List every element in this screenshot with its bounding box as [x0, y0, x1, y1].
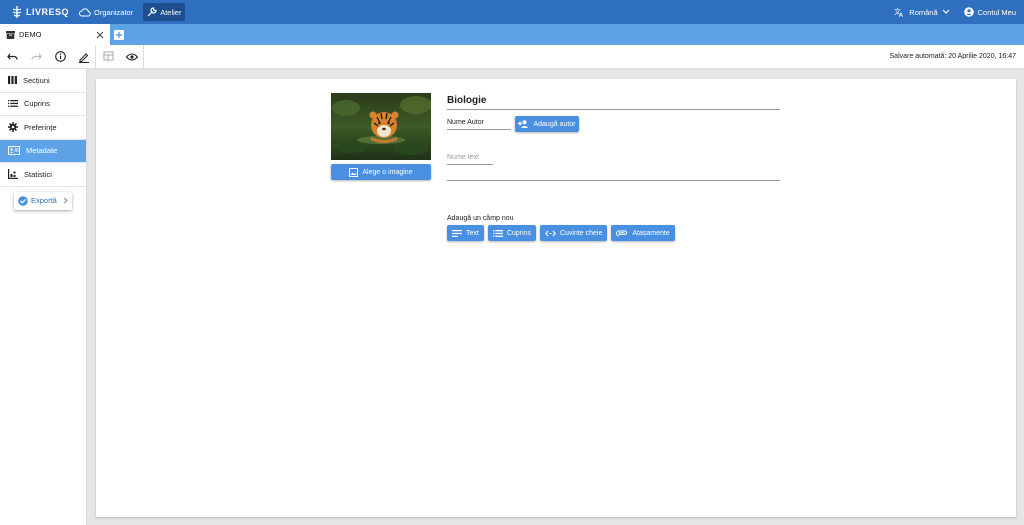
wrench-icon [147, 7, 157, 17]
undo-icon [6, 53, 18, 60]
app-header: LIVRESQ Organizator Atelier 文A Română Co… [0, 0, 1024, 24]
add-tab-button[interactable] [110, 24, 128, 45]
account-menu[interactable]: Contul Meu [963, 7, 1016, 17]
sidebar-item-preferinte[interactable]: Preferințe [0, 116, 86, 140]
sections-icon [8, 76, 17, 85]
add-field-label: Adaugă un câmp nou [447, 215, 514, 222]
text-name-input[interactable] [447, 151, 493, 165]
document-tabs: DEMO [0, 24, 1024, 45]
gear-icon [8, 122, 18, 133]
add-keywords-field-button[interactable]: Cuvinte cheie [539, 225, 608, 241]
pencil-icon [78, 52, 89, 63]
add-field-buttons: Text Cuprins Cuvinte cheie Atașamente [447, 225, 679, 241]
metadata-icon [8, 146, 20, 156]
chevron-right-icon [63, 197, 68, 204]
choose-image-label: Alege o imagine [362, 168, 413, 176]
sidebar-item-label: Preferințe [24, 122, 57, 132]
info-icon [54, 51, 66, 62]
archive-icon [6, 30, 15, 39]
nav-atelier-label: Atelier [160, 7, 182, 17]
sidebar-item-metadate[interactable]: Metadate [0, 139, 86, 163]
export-button[interactable]: Exportă [14, 191, 72, 210]
translate-icon: 文A [894, 7, 904, 17]
tab-demo[interactable]: DEMO [0, 24, 110, 45]
close-icon[interactable] [96, 31, 104, 39]
nav-organizator[interactable]: Organizator [75, 3, 137, 21]
toc-icon [8, 100, 18, 108]
code-tags-icon [544, 230, 556, 236]
logo-text: LIVRESQ [26, 7, 70, 17]
image-icon [349, 167, 359, 177]
eye-icon [125, 52, 138, 61]
add-person-icon [518, 120, 529, 128]
livresq-logo[interactable]: LIVRESQ [12, 6, 69, 18]
sidebar-item-label: Secțiuni [23, 75, 50, 85]
tiger-cover-image [331, 93, 431, 160]
account-label: Contul Meu [977, 7, 1016, 17]
svg-text:A: A [899, 12, 904, 17]
add-toc-field-button[interactable]: Cuprins [487, 225, 536, 241]
redo-icon [30, 53, 42, 60]
nav-organizator-label: Organizator [94, 7, 134, 17]
toc-icon [492, 229, 503, 237]
sidebar-item-label: Metadate [26, 146, 58, 156]
sidebar-item-statistici[interactable]: Statistici [0, 163, 86, 187]
book-title-field[interactable]: Biologie [447, 95, 780, 110]
text-content-underline[interactable] [447, 180, 780, 181]
language-label: Română [909, 7, 938, 17]
account-circle-icon [963, 7, 974, 17]
author-name-input[interactable] [447, 116, 511, 130]
livresq-logo-icon [12, 6, 22, 18]
add-attachments-field-button[interactable]: Atașamente [611, 225, 675, 241]
field-button-label: Cuprins [506, 229, 531, 237]
add-text-field-button[interactable]: Text [447, 225, 484, 241]
redo-button[interactable] [24, 45, 48, 69]
layout-button[interactable] [96, 45, 120, 69]
check-circle-icon [18, 195, 28, 206]
add-author-label: Adaugă autor [533, 120, 576, 128]
editor-toolbar: Salvare automată: 20 Aprilie 2020, 16:47 [0, 44, 1024, 69]
info-button[interactable] [48, 45, 72, 69]
cloud-icon [79, 7, 91, 16]
plus-box-icon [114, 29, 124, 40]
sidebar: Secțiuni Cuprins Preferințe Metadate Sta… [0, 69, 87, 525]
field-button-label: Cuvinte cheie [559, 229, 603, 237]
sidebar-item-label: Statistici [24, 169, 52, 179]
autosave-status: Salvare automată: 20 Aprilie 2020, 16:47 [889, 53, 1016, 60]
export-label: Exportă [31, 196, 57, 205]
undo-button[interactable] [0, 45, 24, 69]
sidebar-item-cuprins[interactable]: Cuprins [0, 93, 86, 116]
edit-button[interactable] [72, 44, 96, 69]
text-lines-icon [452, 229, 462, 237]
preview-button[interactable] [120, 44, 144, 69]
tab-label: DEMO [19, 30, 42, 39]
stats-icon [8, 169, 18, 180]
attachment-icon [616, 230, 628, 236]
add-author-button[interactable]: Adaugă autor [515, 116, 579, 132]
language-selector[interactable]: 文A Română [894, 7, 953, 17]
cover-image[interactable] [331, 93, 431, 160]
nav-atelier[interactable]: Atelier [143, 3, 186, 21]
field-button-label: Atașamente [632, 229, 670, 237]
metadata-card: Alege o imagine Biologie Adaugă autor Ad… [96, 79, 1016, 517]
choose-image-button[interactable]: Alege o imagine [331, 164, 431, 180]
chevron-down-icon [942, 9, 950, 14]
sidebar-item-label: Cuprins [24, 99, 50, 109]
field-button-label: Text [466, 229, 479, 237]
layout-icon [103, 51, 113, 63]
sidebar-item-sectiuni[interactable]: Secțiuni [0, 69, 86, 93]
